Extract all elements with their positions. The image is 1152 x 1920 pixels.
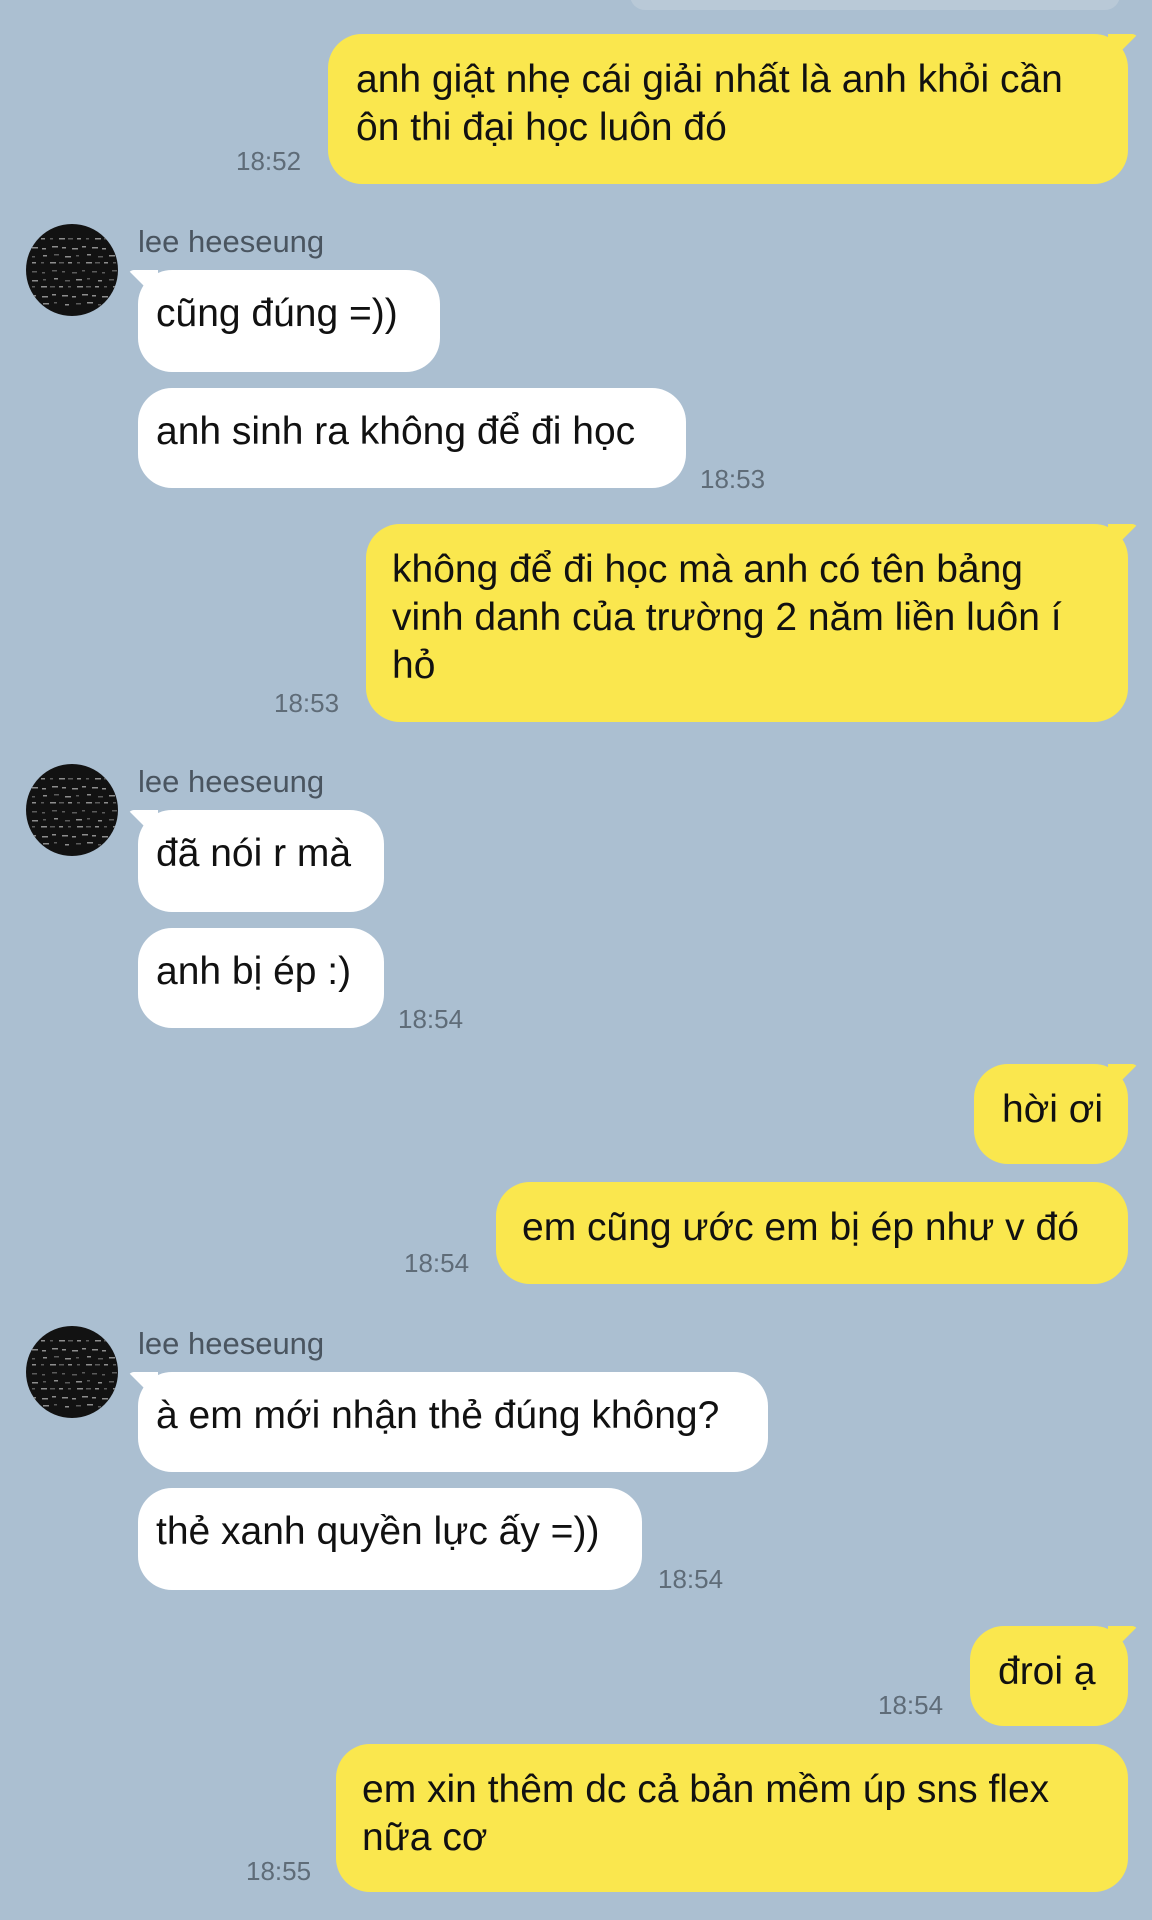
message-text: anh giật nhẹ cái giải nhất là anh khỏi c… xyxy=(356,58,1063,149)
message-text: thẻ xanh quyền lực ấy =)) xyxy=(156,1510,600,1553)
message-timestamp: 18:54 xyxy=(404,1248,470,1278)
outgoing-message-bubble[interactable]: hời ơi xyxy=(974,1064,1128,1164)
message-text: anh sinh ra không để đi học xyxy=(156,410,636,453)
sender-name: lee heeseung xyxy=(138,224,325,259)
previous-message-edge xyxy=(630,0,1120,10)
message-timestamp: 18:55 xyxy=(246,1856,312,1886)
incoming-message-bubble[interactable]: anh bị ép :) xyxy=(138,928,384,1028)
outgoing-message-bubble[interactable]: em cũng ước em bị ép như v đó xyxy=(496,1182,1128,1284)
incoming-message-bubble[interactable]: anh sinh ra không để đi học xyxy=(138,388,686,488)
contact-avatar[interactable] xyxy=(26,764,118,856)
incoming-message-bubble[interactable]: à em mới nhận thẻ đúng không? xyxy=(138,1372,768,1472)
outgoing-message-bubble[interactable]: đroi ạ xyxy=(970,1626,1128,1726)
message-timestamp: 18:53 xyxy=(274,688,340,718)
incoming-message-bubble[interactable]: thẻ xanh quyền lực ấy =)) xyxy=(138,1488,642,1590)
message-text: hời ơi xyxy=(1002,1088,1104,1131)
message-timestamp: 18:54 xyxy=(398,1004,464,1034)
outgoing-message-bubble[interactable]: không để đi học mà anh có tên bảng vinh … xyxy=(366,524,1128,722)
message-text: đroi ạ xyxy=(998,1650,1096,1693)
incoming-message-bubble[interactable]: cũng đúng =)) xyxy=(138,270,440,372)
avatar-pattern-icon xyxy=(32,778,118,846)
message-text: em cũng ước em bị ép như v đó xyxy=(522,1206,1079,1249)
outgoing-message-bubble[interactable]: anh giật nhẹ cái giải nhất là anh khỏi c… xyxy=(328,34,1128,184)
message-text: em xin thêm dc cả bản mềm úp sns flex nữ… xyxy=(362,1768,1050,1859)
avatar-pattern-icon xyxy=(32,1340,118,1408)
message-text: anh bị ép :) xyxy=(156,950,352,993)
message-timestamp: 18:54 xyxy=(658,1564,724,1594)
message-text: đã nói r mà xyxy=(156,832,352,875)
message-text: à em mới nhận thẻ đúng không? xyxy=(156,1394,720,1437)
avatar-pattern-icon xyxy=(32,238,118,306)
incoming-message-bubble[interactable]: đã nói r mà xyxy=(138,810,384,912)
message-text: cũng đúng =)) xyxy=(156,292,398,335)
message-timestamp: 18:52 xyxy=(236,146,302,176)
sender-name: lee heeseung xyxy=(138,764,325,799)
outgoing-message-bubble[interactable]: em xin thêm dc cả bản mềm úp sns flex nữ… xyxy=(336,1744,1128,1892)
message-timestamp: 18:53 xyxy=(700,464,766,494)
message-timestamp: 18:54 xyxy=(878,1690,944,1720)
contact-avatar[interactable] xyxy=(26,224,118,316)
chat-view[interactable]: anh giật nhẹ cái giải nhất là anh khỏi c… xyxy=(0,0,1152,1920)
message-text: không để đi học mà anh có tên bảng vinh … xyxy=(392,548,1062,687)
contact-avatar[interactable] xyxy=(26,1326,118,1418)
sender-name: lee heeseung xyxy=(138,1326,325,1361)
